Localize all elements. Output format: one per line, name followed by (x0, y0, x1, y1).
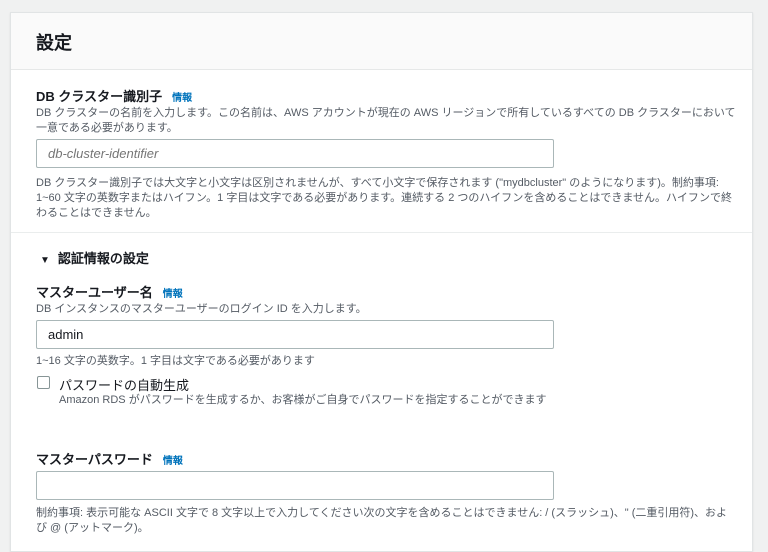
username-label: マスターユーザー名 (36, 285, 153, 300)
credentials-toggle[interactable]: ▼ 認証情報の設定 (40, 248, 149, 267)
credentials-toggle-label: 認証情報の設定 (57, 251, 149, 266)
cluster-id-info-link[interactable]: 情報 (172, 93, 192, 104)
username-input[interactable]: admin (36, 320, 554, 349)
cluster-id-description: DB クラスターの名前を入力します。この名前は、AWS アカウントが現在の AW… (36, 107, 736, 134)
auto-generate-label[interactable]: パスワードの自動生成 (59, 375, 189, 394)
auto-generate-checkbox[interactable] (37, 376, 50, 389)
username-hint: 1~16 文字の英数字。1 字目は文字である必要があります (36, 355, 315, 367)
password-info-link[interactable]: 情報 (163, 456, 183, 467)
password-hint: 制約事項: 表示可能な ASCII 文字で 8 文字以上で入力してください次の文… (36, 507, 728, 534)
cluster-id-label: DB クラスター識別子 (36, 89, 163, 104)
auto-generate-description: Amazon RDS がパスワードを生成するか、お客様がご自身でパスワードを指定… (59, 394, 547, 406)
username-label-row: マスターユーザー名 情報 (36, 282, 183, 302)
password-label-row: マスターパスワード 情報 (36, 449, 183, 469)
username-info-link[interactable]: 情報 (163, 289, 183, 300)
username-description: DB インスタンスのマスターユーザーのログイン ID を入力します。 (36, 303, 367, 315)
section-title: 設定 (36, 33, 72, 53)
cluster-id-label-row: DB クラスター識別子 情報 (36, 86, 192, 106)
panel-header: 設定 (11, 13, 752, 70)
caret-down-icon: ▼ (40, 255, 50, 266)
settings-panel: 設定 DB クラスター識別子 情報 DB クラスターの名前を入力します。この名前は… (10, 12, 753, 552)
password-label: マスターパスワード (36, 452, 153, 467)
cluster-id-input[interactable] (36, 139, 554, 168)
cluster-id-hint: DB クラスター識別子では大文字と小文字は区別されませんが、すべて小文字で保存さ… (36, 177, 733, 219)
password-input[interactable] (36, 471, 554, 500)
section-divider (11, 232, 752, 233)
